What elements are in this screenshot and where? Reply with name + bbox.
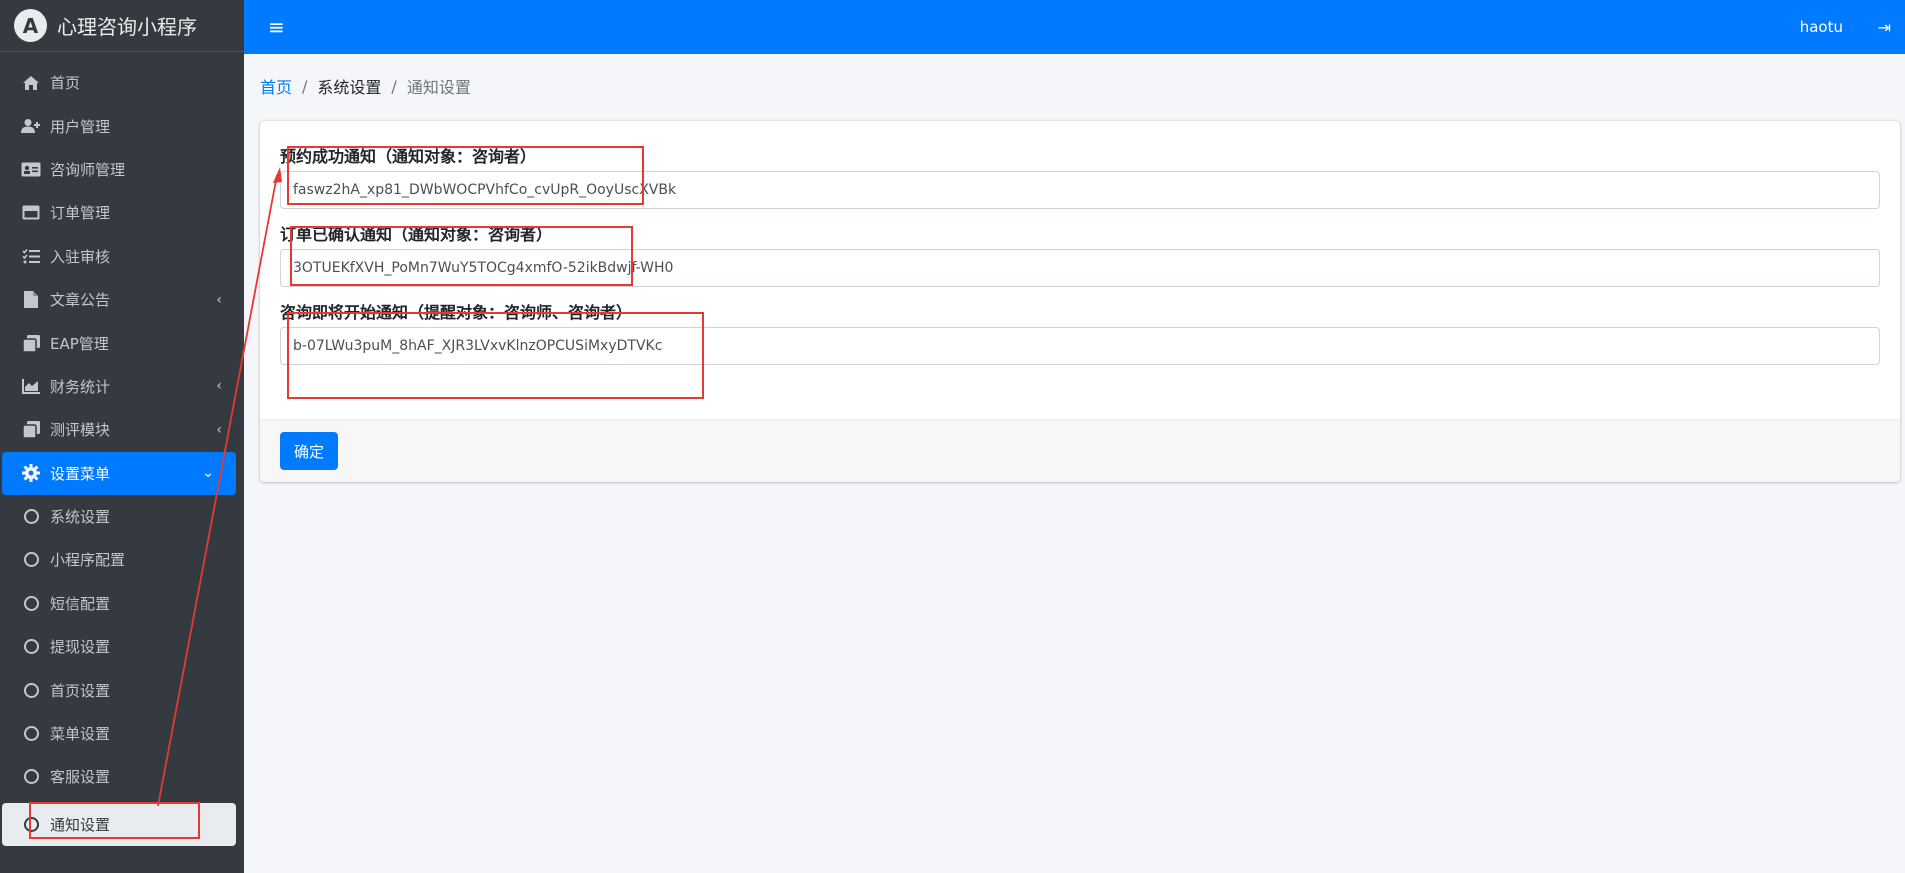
breadcrumb-home-link[interactable]: 首页 [260, 74, 292, 98]
breadcrumb: 首页 / 系统设置 / 通知设置 [260, 74, 471, 98]
sidebar-item-label: 测评模块 [50, 421, 111, 440]
chevron-left-icon: ‹ [216, 421, 222, 438]
chevron-left-icon: ‹ [216, 378, 222, 395]
brand[interactable]: A 心理咨询小程序 [0, 0, 244, 52]
sidebar-item-label: 短信配置 [50, 594, 111, 613]
logout-icon[interactable]: ⇥ [1878, 18, 1891, 37]
top-navbar: ≡ haotu ⇥ [244, 0, 1905, 54]
sidebar-item-label: 菜单设置 [50, 725, 111, 744]
sidebar-item-label: 订单管理 [50, 204, 111, 223]
breadcrumb-separator: / [391, 76, 397, 96]
sidebar-subitem-menu-settings[interactable]: 菜单设置 [0, 712, 244, 755]
sidebar-item-assessment[interactable]: 测评模块 ‹ [0, 408, 244, 451]
user-plus-icon [20, 118, 42, 134]
sidebar-item-home[interactable]: 首页 [0, 61, 244, 104]
order-confirmed-label: 订单已确认通知（通知对象：咨询者） [280, 225, 553, 244]
sidebar-item-label: 系统设置 [50, 508, 111, 527]
sidebar-item-label: 用户管理 [50, 117, 111, 136]
sidebar-item-label: 首页 [50, 74, 81, 93]
notification-settings-card: 预约成功通知（通知对象：咨询者） 订单已确认通知（通知对象：咨询者） 咨询即将开… [260, 121, 1900, 482]
card-icon [20, 205, 42, 220]
file-icon [20, 291, 42, 309]
sidebar-item-orders[interactable]: 订单管理 [0, 191, 244, 234]
confirm-button[interactable]: 确定 [280, 432, 338, 470]
consult-start-template-input[interactable] [280, 327, 1880, 365]
breadcrumb-current: 通知设置 [406, 78, 471, 97]
sidebar-nav: 首页 用户管理 咨询师管理 订单管理 入驻审核 文章公告 ‹ EAP管理 财务统… [0, 52, 244, 847]
circle-icon [20, 552, 42, 568]
sidebar-item-review[interactable]: 入驻审核 [0, 235, 244, 278]
circle-icon [20, 595, 42, 611]
circle-icon [20, 639, 42, 655]
hamburger-menu-icon[interactable]: ≡ [268, 15, 285, 39]
sidebar-item-label: 提现设置 [50, 638, 111, 657]
sidebar-subitem-miniprogram-config[interactable]: 小程序配置 [0, 538, 244, 581]
chart-area-icon [20, 378, 42, 394]
order-confirmed-template-input[interactable] [280, 249, 1880, 287]
circle-icon [20, 509, 42, 525]
home-icon [20, 75, 42, 91]
sidebar-subitem-system-settings[interactable]: 系统设置 [0, 495, 244, 538]
clone-icon [20, 334, 42, 352]
sidebar-item-counselors[interactable]: 咨询师管理 [0, 148, 244, 191]
breadcrumb-system-settings: 系统设置 [317, 78, 382, 97]
sidebar-item-label: 设置菜单 [50, 464, 111, 483]
breadcrumb-separator: / [302, 76, 308, 96]
sidebar-item-label: 首页设置 [50, 681, 111, 700]
sidebar-item-label: 入驻审核 [50, 247, 111, 266]
sidebar-item-label: 财务统计 [50, 377, 111, 396]
sidebar-item-label: 客服设置 [50, 768, 111, 787]
sidebar-subitem-home-settings[interactable]: 首页设置 [0, 668, 244, 711]
chevron-down-icon: ⌄ [202, 465, 214, 482]
tasks-icon [20, 248, 42, 264]
gear-icon [20, 464, 42, 483]
sidebar-item-label: 咨询师管理 [50, 160, 126, 179]
form-group-order-confirmed: 订单已确认通知（通知对象：咨询者） [280, 221, 1880, 287]
sidebar-subitem-notification-settings[interactable]: 通知设置 [2, 802, 236, 847]
booking-success-template-input[interactable] [280, 171, 1880, 209]
sidebar: A 心理咨询小程序 首页 用户管理 咨询师管理 订单管理 入驻审核 文章公告 ‹… [0, 0, 244, 873]
circle-icon [20, 726, 42, 742]
sidebar-item-label: 通知设置 [50, 815, 111, 834]
chevron-left-icon: ‹ [216, 291, 222, 308]
id-card-icon [20, 162, 42, 177]
brand-logo: A [14, 9, 47, 42]
circle-icon [20, 682, 42, 698]
username[interactable]: haotu [1800, 18, 1843, 36]
sidebar-item-articles[interactable]: 文章公告 ‹ [0, 278, 244, 321]
form-group-booking-success: 预约成功通知（通知对象：咨询者） [280, 143, 1880, 209]
brand-title: 心理咨询小程序 [57, 15, 197, 39]
card-body: 预约成功通知（通知对象：咨询者） 订单已确认通知（通知对象：咨询者） 咨询即将开… [260, 121, 1900, 419]
circle-icon [20, 816, 42, 832]
sidebar-item-label: EAP管理 [50, 334, 109, 353]
clone-icon [20, 421, 42, 439]
sidebar-item-settings-menu[interactable]: 设置菜单 ⌄ [2, 451, 236, 495]
booking-success-label: 预约成功通知（通知对象：咨询者） [280, 147, 537, 166]
sidebar-item-eap[interactable]: EAP管理 [0, 321, 244, 364]
circle-icon [20, 769, 42, 785]
sidebar-item-label: 文章公告 [50, 291, 111, 310]
sidebar-subitem-sms-config[interactable]: 短信配置 [0, 582, 244, 625]
sidebar-item-finance[interactable]: 财务统计 ‹ [0, 365, 244, 408]
card-footer: 确定 [260, 419, 1900, 482]
form-group-consult-start: 咨询即将开始通知（提醒对象：咨询师、咨询者） [280, 299, 1880, 365]
sidebar-subitem-customer-service[interactable]: 客服设置 [0, 755, 244, 798]
sidebar-item-label: 小程序配置 [50, 551, 126, 570]
consult-start-label: 咨询即将开始通知（提醒对象：咨询师、咨询者） [280, 303, 633, 322]
sidebar-subitem-withdraw-settings[interactable]: 提现设置 [0, 625, 244, 668]
sidebar-item-users[interactable]: 用户管理 [0, 104, 244, 147]
